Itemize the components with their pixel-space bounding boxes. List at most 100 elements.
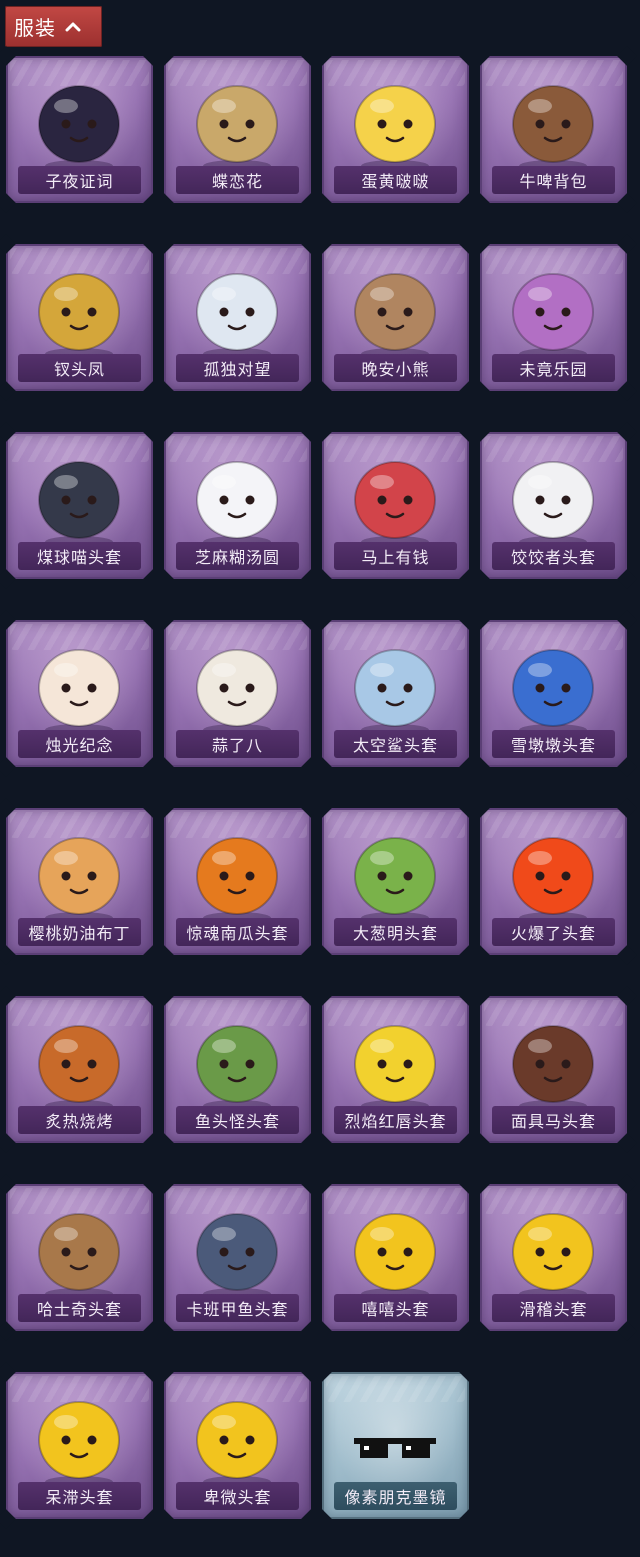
costume-item-name: 卑微头套 [176, 1482, 299, 1510]
card-corner-notch [470, 381, 490, 401]
costume-item-name: 马上有钱 [334, 542, 457, 570]
costume-item-name: 惊魂南瓜头套 [176, 918, 299, 946]
card-corner-notch [470, 1133, 490, 1153]
costume-item-card[interactable]: 马上有钱 [312, 422, 479, 589]
flushed-emoji-head-icon [38, 1401, 120, 1488]
card-corner-notch [312, 757, 332, 777]
card-corner-notch [312, 945, 332, 965]
card-corner-notch [154, 1362, 174, 1382]
pleading-emoji-head-icon [196, 1401, 278, 1488]
costume-item-card[interactable]: 牛啤背包 [470, 46, 637, 213]
card-corner-notch [154, 569, 174, 589]
costume-item-name: 樱桃奶油布丁 [18, 918, 141, 946]
card-corner-notch [470, 569, 490, 589]
costume-item-card[interactable]: 煤球喵头套 [0, 422, 163, 589]
card-corner-notch [312, 193, 332, 213]
costume-item-name: 孤独对望 [176, 354, 299, 382]
card-corner-notch [0, 46, 16, 66]
pixel-sunglasses-icon [354, 1438, 436, 1458]
costume-item-card[interactable]: 蝶恋花 [154, 46, 321, 213]
card-corner-notch [617, 945, 637, 965]
costume-item-card[interactable]: 哈士奇头套 [0, 1174, 163, 1341]
category-tab-label: 服装 [14, 16, 56, 40]
costume-item-name: 大葱明头套 [334, 918, 457, 946]
card-corner-notch [0, 945, 16, 965]
card-corner-notch [0, 757, 16, 777]
card-corner-notch [154, 46, 174, 66]
costume-item-card[interactable]: 钗头凤 [0, 234, 163, 401]
category-tab-clothing[interactable]: 服装 [5, 6, 102, 47]
costume-item-card[interactable]: 滑稽头套 [470, 1174, 637, 1341]
card-corner-notch [312, 422, 332, 442]
costume-item-card[interactable]: 大葱明头套 [312, 798, 479, 965]
costume-item-card[interactable]: 惊魂南瓜头套 [154, 798, 321, 965]
card-corner-notch [154, 1133, 174, 1153]
costume-item-card[interactable]: 面具马头套 [470, 986, 637, 1153]
card-corner-notch [617, 569, 637, 589]
costume-item-card[interactable]: 孤独对望 [154, 234, 321, 401]
card-corner-notch [312, 1321, 332, 1341]
card-corner-notch [0, 381, 16, 401]
costume-item-card[interactable]: 雪墩墩头套 [470, 610, 637, 777]
costume-item-card[interactable]: 嘻嘻头套 [312, 1174, 479, 1341]
costume-item-name: 太空鲨头套 [334, 730, 457, 758]
purple-hair-doll-icon [512, 273, 594, 360]
costume-item-name: 鱼头怪头套 [176, 1106, 299, 1134]
costume-item-name: 饺饺者头套 [492, 542, 615, 570]
card-corner-notch [0, 1362, 16, 1382]
card-corner-notch [617, 193, 637, 213]
costume-item-card[interactable]: 蛋黄啵啵 [312, 46, 479, 213]
card-corner-notch [154, 1174, 174, 1194]
card-corner-notch [154, 1509, 174, 1529]
costume-grid: 子夜证词 蝶恋花 蛋黄啵啵 牛啤背包钗头凤 孤独对望 晚安小熊 未竟乐园煤球喵头套 芝麻糊汤圆… [0, 46, 637, 1529]
costume-item-card[interactable]: 未竟乐园 [470, 234, 637, 401]
chevron-up-icon[interactable] [65, 22, 81, 32]
card-corner-notch [154, 610, 174, 630]
costume-item-card[interactable]: 子夜证词 [0, 46, 163, 213]
costume-item-card[interactable]: 卡班甲鱼头套 [154, 1174, 321, 1341]
card-corner-notch [0, 1321, 16, 1341]
card-corner-notch [312, 569, 332, 589]
card-corner-notch [470, 422, 490, 442]
card-corner-notch [312, 798, 332, 818]
card-corner-notch [617, 46, 637, 66]
costume-item-name: 未竟乐园 [492, 354, 615, 382]
card-corner-notch [0, 1174, 16, 1194]
husky-sunglasses-icon [38, 1213, 120, 1300]
costume-item-card[interactable]: 炙热烧烤 [0, 986, 163, 1153]
card-corner-notch [0, 569, 16, 589]
card-corner-notch [617, 986, 637, 1006]
costume-item-card[interactable]: 烛光纪念 [0, 610, 163, 777]
costume-item-card[interactable]: 像素朋克墨镜 [312, 1362, 479, 1529]
card-corner-notch [470, 798, 490, 818]
costume-item-card[interactable]: 蒜了八 [154, 610, 321, 777]
costume-item-name: 像素朋克墨镜 [334, 1482, 457, 1510]
scallion-head-icon [354, 837, 436, 924]
card-corner-notch [617, 381, 637, 401]
costume-item-card[interactable]: 太空鲨头套 [312, 610, 479, 777]
card-corner-notch [617, 1174, 637, 1194]
card-corner-notch [617, 234, 637, 254]
costume-item-card[interactable]: 烈焰红唇头套 [312, 986, 479, 1153]
costume-item-name: 火爆了头套 [492, 918, 615, 946]
card-corner-notch [0, 234, 16, 254]
costume-item-card[interactable]: 晚安小熊 [312, 234, 479, 401]
costume-item-name: 嘻嘻头套 [334, 1294, 457, 1322]
card-corner-notch [312, 986, 332, 1006]
costume-item-name: 牛啤背包 [492, 166, 615, 194]
whale-head-icon [196, 1213, 278, 1300]
card-corner-notch [617, 757, 637, 777]
costume-item-card[interactable]: 樱桃奶油布丁 [0, 798, 163, 965]
card-corner-notch [0, 1509, 16, 1529]
costume-item-card[interactable]: 鱼头怪头套 [154, 986, 321, 1153]
card-corner-notch [312, 1133, 332, 1153]
costume-item-card[interactable]: 卑微头套 [154, 1362, 321, 1529]
costume-item-card[interactable]: 饺饺者头套 [470, 422, 637, 589]
black-cat-head-icon [38, 461, 120, 548]
costume-item-card[interactable]: 芝麻糊汤圆 [154, 422, 321, 589]
costume-item-name: 芝麻糊汤圆 [176, 542, 299, 570]
costume-item-card[interactable]: 呆滞头套 [0, 1362, 163, 1529]
shark-head-icon [354, 649, 436, 736]
costume-item-card[interactable]: 火爆了头套 [470, 798, 637, 965]
card-corner-notch [459, 1362, 479, 1382]
